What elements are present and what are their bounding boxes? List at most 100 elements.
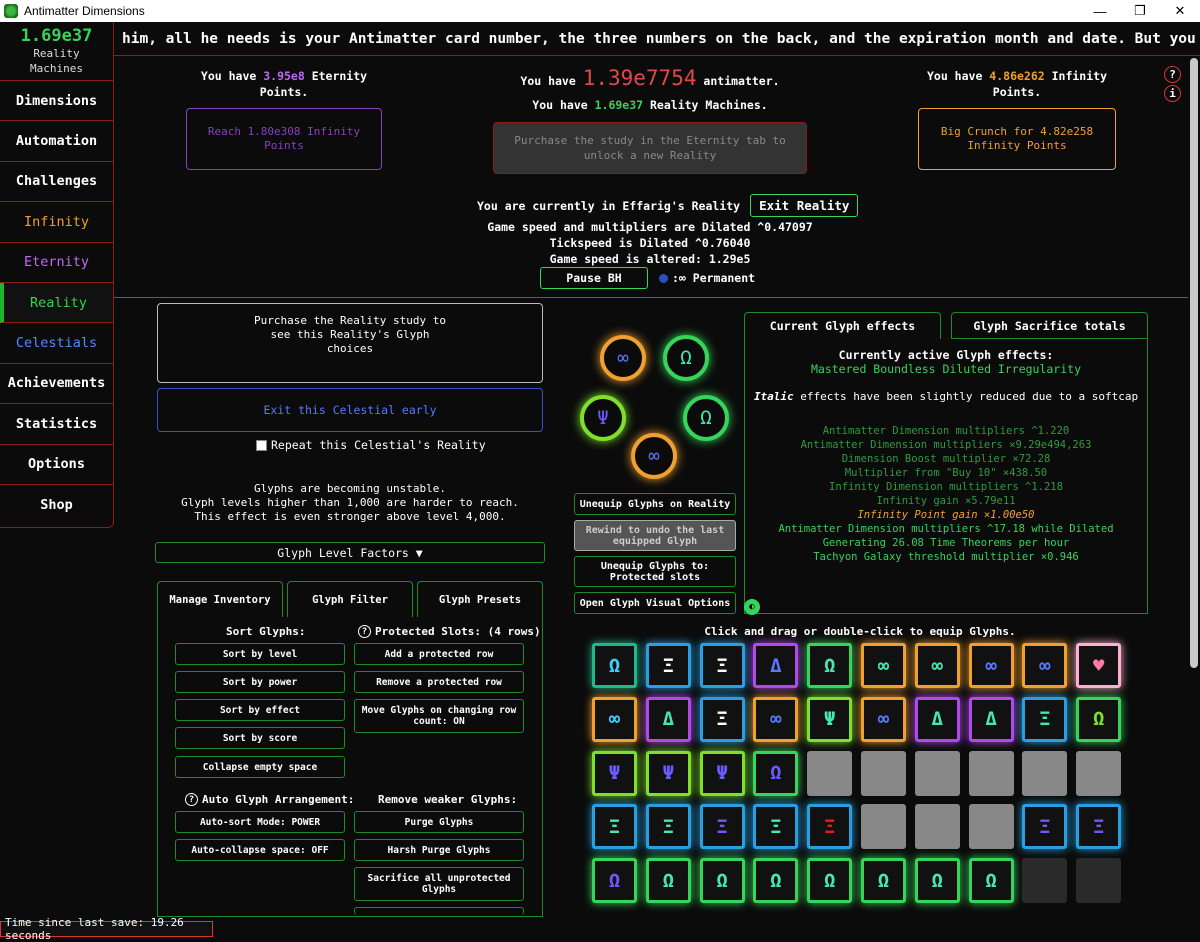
- equipped-glyph-2[interactable]: Ω: [663, 335, 709, 381]
- protected-empty-slot[interactable]: [968, 750, 1014, 796]
- inventory-glyph[interactable]: Ω: [968, 858, 1014, 904]
- inventory-glyph[interactable]: Ω: [1076, 696, 1122, 742]
- tab-achievements[interactable]: Achievements: [0, 364, 113, 405]
- news-ticker[interactable]: him, all he needs is your Antimatter car…: [114, 22, 1200, 56]
- inventory-glyph[interactable]: Ω: [753, 750, 799, 796]
- big-crunch-button[interactable]: Big Crunch for 4.82e258 Infinity Points: [918, 108, 1116, 170]
- inventory-glyph[interactable]: Ξ: [699, 804, 745, 850]
- equipped-glyph-5[interactable]: ∞: [631, 433, 677, 479]
- info-icon[interactable]: i: [1164, 85, 1181, 102]
- exit-celestial-button[interactable]: Exit this Celestial early: [157, 388, 543, 432]
- equipped-glyph-4[interactable]: Ω: [683, 395, 729, 441]
- tab-options[interactable]: Options: [0, 445, 113, 485]
- reach-infinity-button[interactable]: Reach 1.80e308 Infinity Points: [186, 108, 382, 170]
- inventory-glyph[interactable]: Ξ: [645, 804, 691, 850]
- sort-by-level-button[interactable]: Sort by level: [175, 643, 345, 665]
- rewind-glyph-button[interactable]: Rewind to undo the last equipped Glyph: [574, 520, 736, 551]
- maximize-button[interactable]: ❐: [1120, 0, 1160, 22]
- glyph-visual-options-button[interactable]: Open Glyph Visual Options: [574, 592, 736, 614]
- remove-protected-row-button[interactable]: Remove a protected row: [354, 671, 524, 693]
- inventory-glyph[interactable]: Ξ: [753, 804, 799, 850]
- tab-eternity[interactable]: Eternity: [0, 243, 113, 283]
- inventory-glyph[interactable]: Ω: [753, 858, 799, 904]
- inventory-glyph[interactable]: Ω: [807, 643, 853, 688]
- tab-reality[interactable]: Reality: [0, 282, 113, 324]
- inventory-glyph[interactable]: ∞: [1022, 643, 1068, 688]
- sort-by-effect-button[interactable]: Sort by effect: [175, 699, 345, 721]
- inventory-glyph[interactable]: ∞: [592, 696, 637, 742]
- inventory-glyph[interactable]: ∞: [753, 696, 799, 742]
- protected-help-icon[interactable]: ?: [358, 625, 371, 638]
- inventory-glyph[interactable]: Δ: [645, 696, 691, 742]
- inventory-glyph[interactable]: Ω: [914, 858, 960, 904]
- inventory-glyph[interactable]: Ψ: [699, 750, 745, 796]
- inventory-glyph[interactable]: Ξ: [807, 804, 853, 850]
- inventory-glyph[interactable]: Ξ: [1022, 804, 1068, 850]
- inventory-glyph[interactable]: Ψ: [645, 750, 691, 796]
- harsh-purge-button[interactable]: Harsh Purge Glyphs: [354, 839, 524, 861]
- inventory-glyph[interactable]: Ω: [592, 643, 637, 688]
- protected-empty-slot[interactable]: [914, 804, 960, 850]
- inventory-glyph[interactable]: Ω: [645, 858, 691, 904]
- autocollapse-button[interactable]: Auto-collapse space: OFF: [175, 839, 345, 861]
- inventory-glyph[interactable]: Ξ: [592, 804, 637, 850]
- tab-shop[interactable]: Shop: [0, 485, 113, 525]
- repeat-checkbox[interactable]: [256, 439, 267, 451]
- inventory-glyph[interactable]: Δ: [968, 696, 1014, 742]
- repeat-reality-toggle[interactable]: Repeat this Celestial's Reality: [256, 438, 486, 452]
- tab-statistics[interactable]: Statistics: [0, 404, 113, 445]
- protected-empty-slot[interactable]: [860, 750, 906, 796]
- sort-by-score-button[interactable]: Sort by score: [175, 727, 345, 749]
- inventory-glyph[interactable]: Ψ: [592, 750, 637, 796]
- tab-glyph-presets[interactable]: Glyph Presets: [417, 581, 543, 617]
- protected-empty-slot[interactable]: [860, 804, 906, 850]
- inventory-glyph[interactable]: ∞: [860, 643, 906, 688]
- equipped-glyph-1[interactable]: ∞: [600, 335, 646, 381]
- move-glyphs-toggle[interactable]: Move Glyphs on changing row count: ON: [354, 699, 524, 733]
- purge-glyphs-button[interactable]: Purge Glyphs: [354, 811, 524, 833]
- inventory-glyph[interactable]: Ξ: [699, 643, 745, 688]
- protected-empty-slot[interactable]: [1022, 750, 1068, 796]
- sort-by-power-button[interactable]: Sort by power: [175, 671, 345, 693]
- more-button-partial[interactable]: [354, 907, 524, 915]
- tab-glyph-sacrifice-totals[interactable]: Glyph Sacrifice totals: [951, 312, 1148, 339]
- help-icon[interactable]: ?: [1164, 66, 1181, 83]
- tab-celestials[interactable]: Celestials: [0, 323, 113, 364]
- inventory-glyph[interactable]: Ω: [699, 858, 745, 904]
- autosort-mode-button[interactable]: Auto-sort Mode: POWER: [175, 811, 345, 833]
- tab-challenges[interactable]: Challenges: [0, 162, 113, 203]
- scrollbar-thumb[interactable]: [1190, 58, 1198, 668]
- tab-automation[interactable]: Automation: [0, 121, 113, 162]
- inventory-glyph[interactable]: Ψ: [807, 696, 853, 742]
- inventory-glyph[interactable]: ♥: [1076, 643, 1122, 688]
- inventory-glyph[interactable]: Δ: [914, 696, 960, 742]
- inventory-glyph[interactable]: Ξ: [699, 696, 745, 742]
- exit-reality-button[interactable]: Exit Reality: [750, 194, 859, 217]
- inventory-glyph[interactable]: Δ: [753, 643, 799, 688]
- page-scrollbar[interactable]: [1188, 58, 1200, 915]
- protected-empty-slot[interactable]: [807, 750, 853, 796]
- inventory-glyph[interactable]: Ξ: [1076, 804, 1122, 850]
- empty-slot[interactable]: [1022, 858, 1068, 904]
- protected-empty-slot[interactable]: [1076, 750, 1122, 796]
- unequip-to-button[interactable]: Unequip Glyphs to: Protected slots: [574, 556, 736, 587]
- tab-glyph-filter[interactable]: Glyph Filter: [287, 581, 413, 617]
- inventory-glyph[interactable]: Ξ: [645, 643, 691, 688]
- inventory-glyph[interactable]: ∞: [914, 643, 960, 688]
- add-protected-row-button[interactable]: Add a protected row: [354, 643, 524, 665]
- protected-empty-slot[interactable]: [914, 750, 960, 796]
- protected-empty-slot[interactable]: [968, 804, 1014, 850]
- sacrifice-unprotected-button[interactable]: Sacrifice all unprotected Glyphs: [354, 867, 524, 901]
- minimize-button[interactable]: —: [1080, 0, 1120, 22]
- glyph-level-factors-button[interactable]: Glyph Level Factors ▼: [155, 542, 545, 563]
- collapse-space-button[interactable]: Collapse empty space: [175, 756, 345, 778]
- tab-current-glyph-effects[interactable]: Current Glyph effects: [744, 312, 941, 339]
- pause-black-hole-button[interactable]: Pause BH: [540, 267, 648, 289]
- inventory-glyph[interactable]: Ω: [860, 858, 906, 904]
- close-button[interactable]: ✕: [1160, 0, 1200, 22]
- inventory-glyph[interactable]: ∞: [968, 643, 1014, 688]
- auto-help-icon[interactable]: ?: [185, 793, 198, 806]
- purchase-study-button[interactable]: Purchase the study in the Eternity tab t…: [493, 122, 807, 174]
- tab-infinity[interactable]: Infinity: [0, 202, 113, 243]
- equipped-glyph-3[interactable]: Ψ: [580, 395, 626, 441]
